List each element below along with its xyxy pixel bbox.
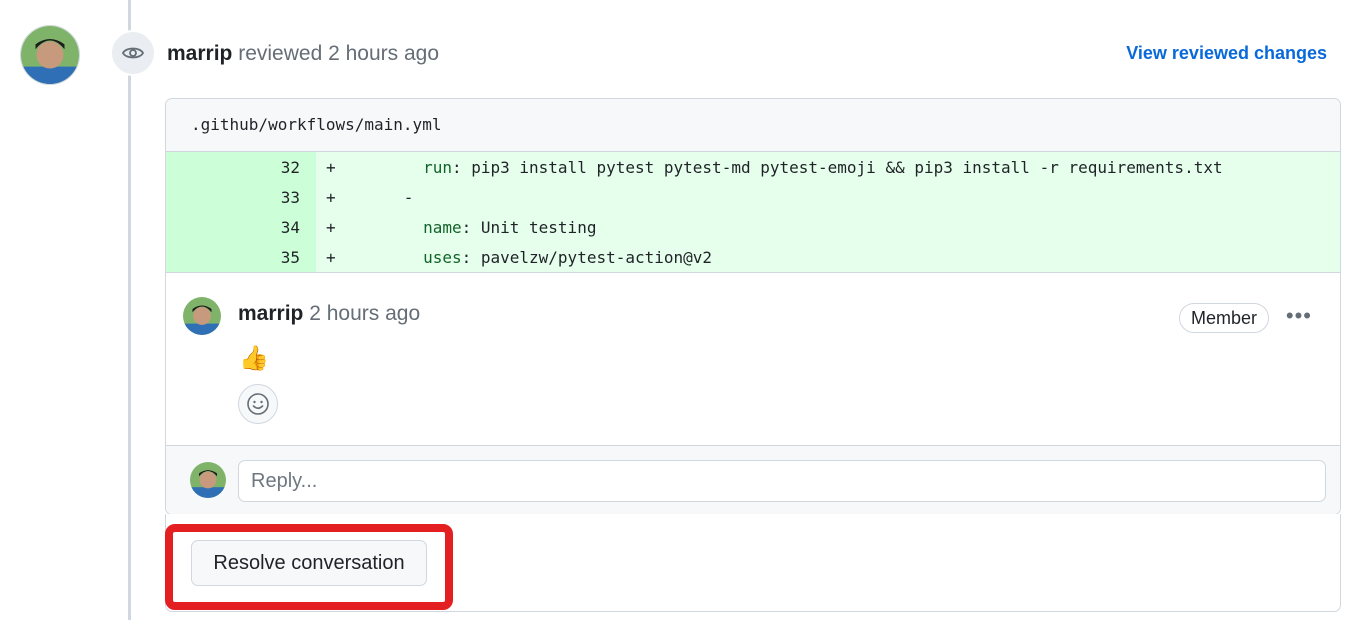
- code-sep: :: [461, 217, 481, 237]
- current-user-avatar: [190, 462, 226, 498]
- review-thread-card: .github/workflows/main.yml 32 + run: pip…: [165, 98, 1341, 515]
- line-number[interactable]: 32: [166, 152, 316, 182]
- diff-line: 34 + name: Unit testing: [166, 212, 1340, 242]
- view-reviewed-changes-link[interactable]: View reviewed changes: [1126, 40, 1327, 66]
- reply-input[interactable]: Reply...: [238, 460, 1326, 502]
- code-key: run: [423, 157, 452, 177]
- review-header: marrip reviewed 2 hours ago: [167, 40, 439, 68]
- highlight-annotation: [165, 524, 453, 610]
- review-timeline: marrip reviewed 2 hours ago View reviewe…: [0, 0, 1354, 620]
- file-path[interactable]: .github/workflows/main.yml: [166, 99, 1340, 152]
- timeline-line: [128, 0, 131, 620]
- member-badge: Member: [1178, 303, 1269, 333]
- code-key: uses: [423, 247, 462, 267]
- comment-author-avatar[interactable]: [183, 297, 221, 335]
- added-sign: +: [326, 247, 336, 267]
- diff-line: 32 + run: pip3 install pytest pytest-md …: [166, 152, 1340, 182]
- reply-row: Reply...: [166, 445, 1340, 514]
- code-value: pavelzw/pytest-action@v2: [480, 247, 713, 267]
- added-sign: +: [326, 217, 336, 237]
- code-line: + run: pip3 install pytest pytest-md pyt…: [316, 152, 1340, 182]
- smiley-icon: [247, 393, 269, 415]
- review-comment: marrip 2 hours ago Member ••• 👍: [166, 272, 1340, 445]
- eye-icon: [110, 30, 156, 76]
- reviewer-avatar[interactable]: [20, 25, 80, 85]
- comment-body: 👍: [239, 345, 269, 372]
- code-line: + uses: pavelzw/pytest-action@v2: [316, 242, 1340, 272]
- code-value: Unit testing: [480, 217, 597, 237]
- review-author-link[interactable]: marrip: [167, 42, 232, 65]
- comment-header: marrip 2 hours ago: [238, 300, 420, 328]
- code-value: pip3 install pytest pytest-md pytest-emo…: [471, 157, 1223, 177]
- diff-line: 33 + -: [166, 182, 1340, 212]
- code-sep: :: [451, 157, 472, 177]
- review-time[interactable]: 2 hours ago: [328, 42, 439, 65]
- code-line: + name: Unit testing: [316, 212, 1340, 242]
- code-sep: :: [461, 247, 481, 267]
- added-sign: +: [326, 187, 336, 207]
- add-reaction-button[interactable]: [238, 384, 278, 424]
- code-line: + -: [316, 182, 1340, 212]
- comment-author-link[interactable]: marrip: [238, 302, 303, 325]
- line-number[interactable]: 34: [166, 212, 316, 242]
- line-number[interactable]: 33: [166, 182, 316, 212]
- comment-time[interactable]: 2 hours ago: [309, 302, 420, 325]
- review-action: reviewed: [238, 42, 323, 65]
- code-value: -: [403, 187, 414, 207]
- code-key: name: [423, 217, 462, 237]
- comment-options-kebab-icon[interactable]: •••: [1286, 303, 1312, 329]
- added-sign: +: [326, 157, 336, 177]
- line-number[interactable]: 35: [166, 242, 316, 272]
- diff-hunk: 32 + run: pip3 install pytest pytest-md …: [166, 152, 1340, 272]
- diff-line: 35 + uses: pavelzw/pytest-action@v2: [166, 242, 1340, 272]
